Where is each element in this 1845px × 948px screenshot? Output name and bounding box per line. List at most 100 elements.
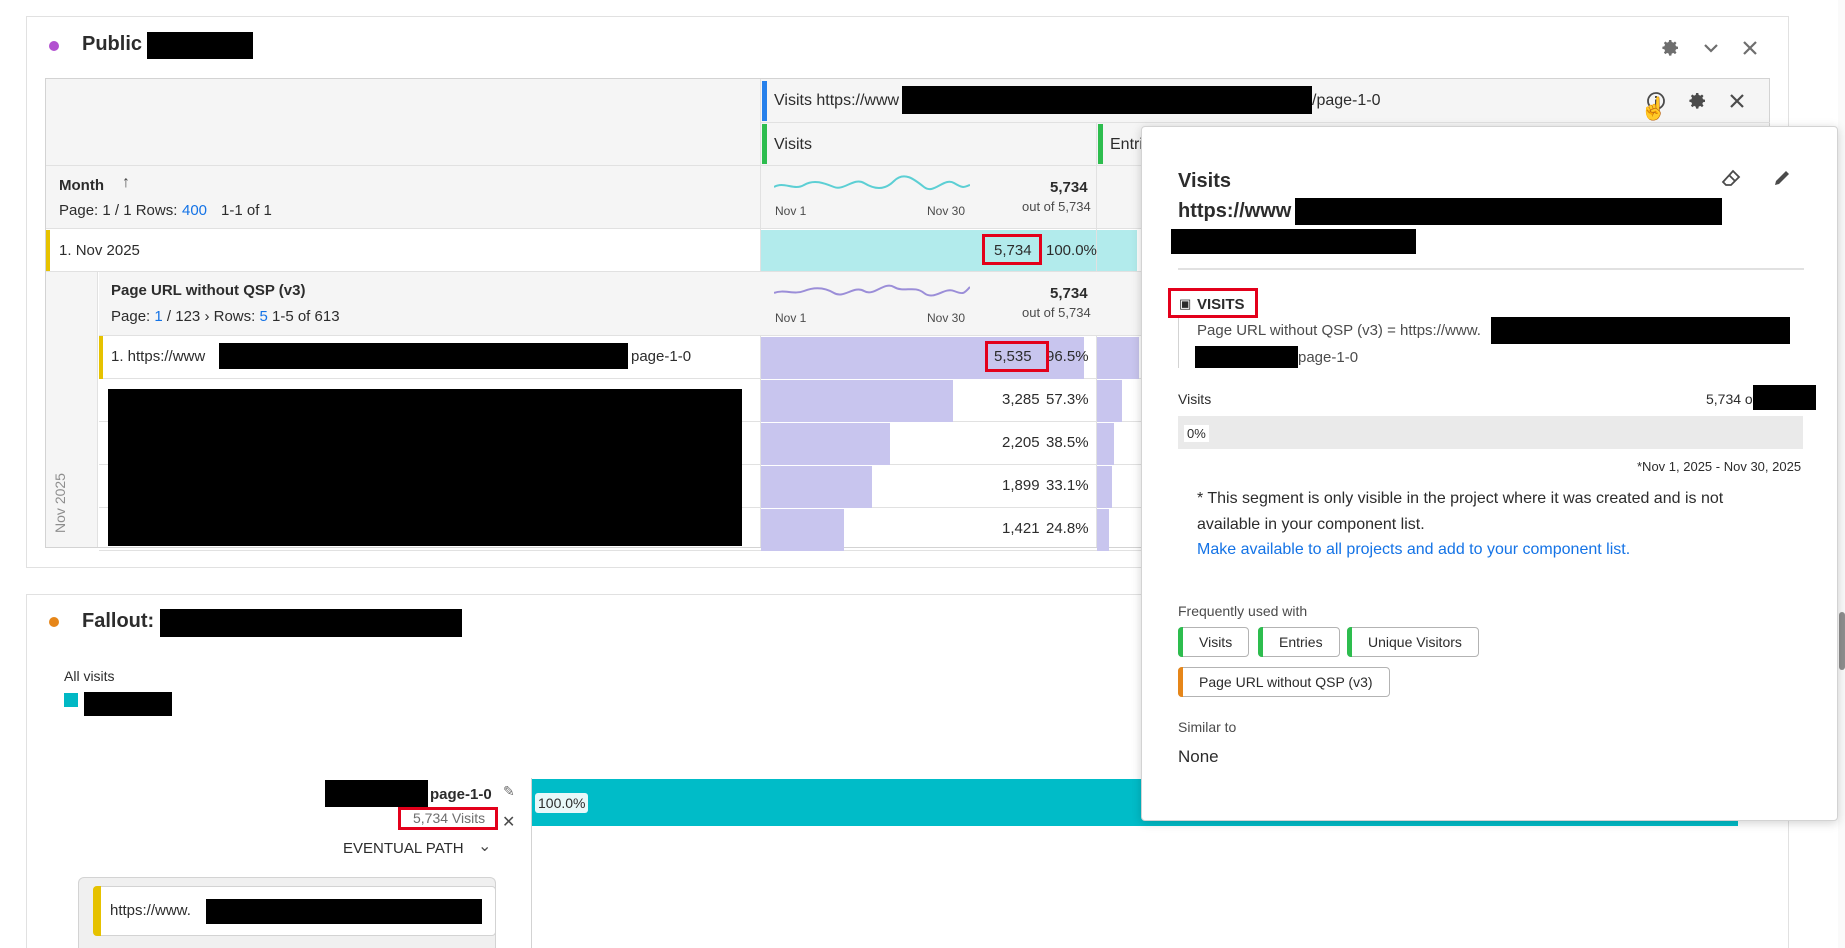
all-visits-label: All visits [64,668,115,684]
breakdown-out-of: out of 5,734 [1022,305,1091,320]
panel-dot [49,41,59,51]
popover-divider [1178,268,1804,270]
pencil-icon[interactable]: ✎ [503,783,515,800]
segment-gear-icon[interactable] [1684,88,1710,114]
popover-date-range: *Nov 1, 2025 - Nov 30, 2025 [1637,459,1802,474]
month-range: 1-1 of 1 [221,202,272,219]
redacted-legend [84,692,172,716]
breakdown-page-info: Page: 1 / 123 › Rows: 5 1-5 of 613 [111,308,340,325]
next-step-label: https://www. [110,902,191,919]
breakdown-dimension-header[interactable]: Page URL without QSP (v3) [111,282,305,299]
visits-column-header[interactable]: Visits [774,136,812,154]
popover-progress-pct: 0% [1184,425,1209,442]
spark2-end-label: Nov 30 [927,311,966,325]
arrow-up-icon[interactable]: ↑ [122,174,130,192]
next-step-color-bar [93,886,101,936]
redacted-popover-url [1295,198,1722,225]
redacted-definition [1491,317,1790,344]
breakdown-cell-pct: 33.1% [1046,477,1089,494]
breakdown-cell-value[interactable]: 3,285 [1002,391,1040,408]
segment-color-bar [762,81,767,121]
similar-to-value: None [1178,747,1219,766]
month-dimension-header[interactable]: Month [59,177,104,194]
row-indicator [46,230,50,271]
highlight-box [982,234,1042,265]
popover-title-url: https://www [1178,200,1292,222]
component-chip[interactable]: Unique Visitors [1347,627,1479,657]
popover-metric-value: 5,734 of [1706,391,1757,407]
redacted-segment-url [902,86,1312,114]
redacted-definition-2 [1195,346,1298,368]
visits-total: 5,734 [1050,179,1088,196]
eraser-icon[interactable] [1718,165,1744,191]
close-icon[interactable] [1737,35,1763,61]
month-page-info: Page: 1 / 1 Rows: [59,202,178,219]
redacted-next-step [206,899,482,924]
legend-swatch [64,693,78,707]
eventual-path-chevron-icon[interactable]: ⌄ [478,836,491,856]
scrollbar-track[interactable] [1838,0,1845,948]
component-chip[interactable]: Page URL without QSP (v3) [1178,667,1390,697]
panel-title[interactable]: Public [82,33,142,56]
highlight-box [985,341,1049,372]
popover-metric-label: Visits [1178,391,1212,407]
hand-cursor-icon: ☝ [1640,96,1668,121]
definition-rule [1178,318,1179,368]
popover-note: * This segment is only visible in the pr… [1197,490,1724,533]
month-rows-select[interactable]: 400 [182,202,207,219]
fallout-bar-pct: 100.0% [535,793,589,813]
redacted-fallout-title [160,609,462,637]
breakdown-cell-pct: 38.5% [1046,434,1089,451]
eventual-path-label[interactable]: EVENTUAL PATH [343,840,464,857]
row-indicator [99,336,103,379]
step-close-icon[interactable]: ✕ [502,812,515,832]
similar-to-label: Similar to [1178,719,1237,735]
row-nov-2025-pct: 100.0% [1046,242,1097,259]
redacted-metric-total [1753,385,1816,410]
breakdown-cell-fill [761,423,890,465]
entries-column-header[interactable]: Entri [1110,136,1143,154]
make-available-link[interactable]: Make available to all projects and add t… [1197,541,1630,559]
metric-drag-handle-entries[interactable] [1098,124,1103,164]
breakdown-cell-value[interactable]: 2,205 [1002,434,1040,451]
entries-cell-fill [1097,380,1122,422]
entries-cell-fill [1097,466,1112,508]
popover-title: Visits [1178,170,1231,192]
sparkline-month [774,175,970,190]
breakdown-cell-value[interactable]: 1,421 [1002,520,1040,537]
metric-drag-handle[interactable] [762,124,767,164]
spark-start-label: Nov 1 [775,204,807,218]
breakdown-rows-select[interactable]: 5 [259,308,267,325]
popover-progress-track [1178,416,1803,449]
breakdown-row-label[interactable]: 1. https://www [111,348,205,365]
fallout-dot [49,617,59,627]
redacted-row-url [219,343,628,369]
breakdown-vertical-label: Nov 2025 [51,473,68,533]
row-nov-2025-label[interactable]: 1. Nov 2025 [59,242,140,259]
pencil-edit-icon[interactable] [1769,165,1795,191]
redacted-popover-url-2 [1171,229,1416,254]
entries-cell-fill [1097,423,1114,465]
chevron-right-icon[interactable]: › [204,308,209,325]
fallout-step-label: page-1-0 [430,786,492,803]
spark-end-label: Nov 30 [927,204,966,218]
segment-close-icon[interactable] [1724,88,1750,114]
breakdown-row-label-suffix: page-1-0 [631,348,692,365]
chevron-down-icon[interactable] [1698,35,1724,61]
component-chip[interactable]: Entries [1258,627,1340,657]
redacted-step-label [325,780,428,807]
scrollbar-thumb[interactable] [1839,612,1845,670]
breakdown-page-current[interactable]: 1 [154,308,162,325]
highlight-box [398,807,498,830]
segment-column-header[interactable]: Visits https://www [774,92,899,110]
breakdown-cell-pct: 24.8% [1046,520,1089,537]
breakdown-cell-value[interactable]: 1,899 [1002,477,1040,494]
breakdown-cell-fill [761,466,872,508]
breakdown-cell-pct: 57.3% [1046,391,1089,408]
segment-definition: Page URL without QSP (v3) = https://www. [1197,322,1481,339]
redacted-rows [108,389,742,546]
breakdown-cell-fill [761,380,953,422]
component-chip[interactable]: Visits [1178,627,1250,657]
fallout-title[interactable]: Fallout: [82,610,154,633]
gear-icon[interactable] [1657,35,1683,61]
